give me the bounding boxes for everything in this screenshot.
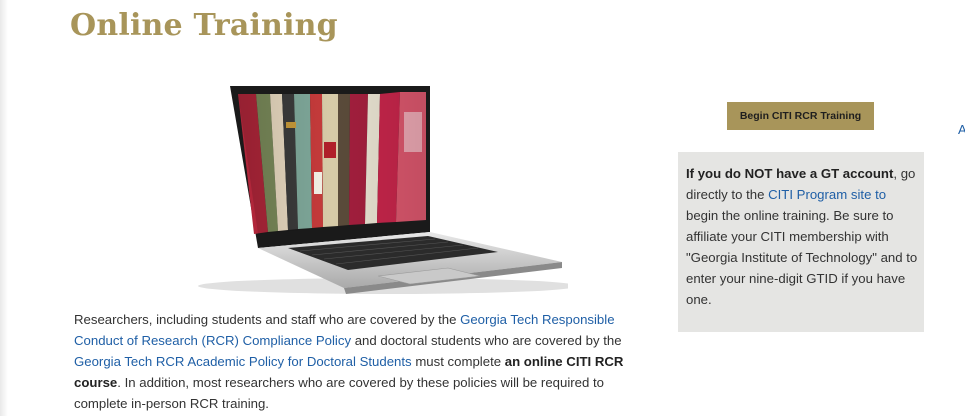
page-title: Online Training	[70, 8, 338, 43]
intro-text-1: Researchers, including students and staf…	[74, 312, 461, 327]
intro-paragraph: Researchers, including students and staf…	[74, 309, 640, 414]
doctoral-policy-link[interactable]: Georgia Tech RCR Academic Policy for Doc…	[74, 354, 412, 369]
begin-citi-training-button[interactable]: Begin CITI RCR Training	[727, 102, 874, 130]
no-gt-account-note: If you do NOT have a GT account, go dire…	[686, 163, 918, 310]
page-edge-shadow	[0, 0, 8, 416]
note-text-2: begin the online training. Be sure to af…	[686, 208, 918, 307]
note-bold-text: If you do NOT have a GT account	[686, 166, 894, 181]
clipped-edge-text: A	[958, 122, 965, 137]
intro-text-2: and doctoral students who are covered by…	[351, 333, 622, 348]
citi-program-site-link[interactable]: CITI Program site to	[768, 187, 886, 202]
laptop-illustration	[148, 82, 568, 296]
intro-text-3: must complete	[411, 354, 505, 369]
intro-text-4: . In addition, most researchers who are …	[74, 375, 604, 411]
no-gt-account-panel: If you do NOT have a GT account, go dire…	[678, 152, 924, 332]
